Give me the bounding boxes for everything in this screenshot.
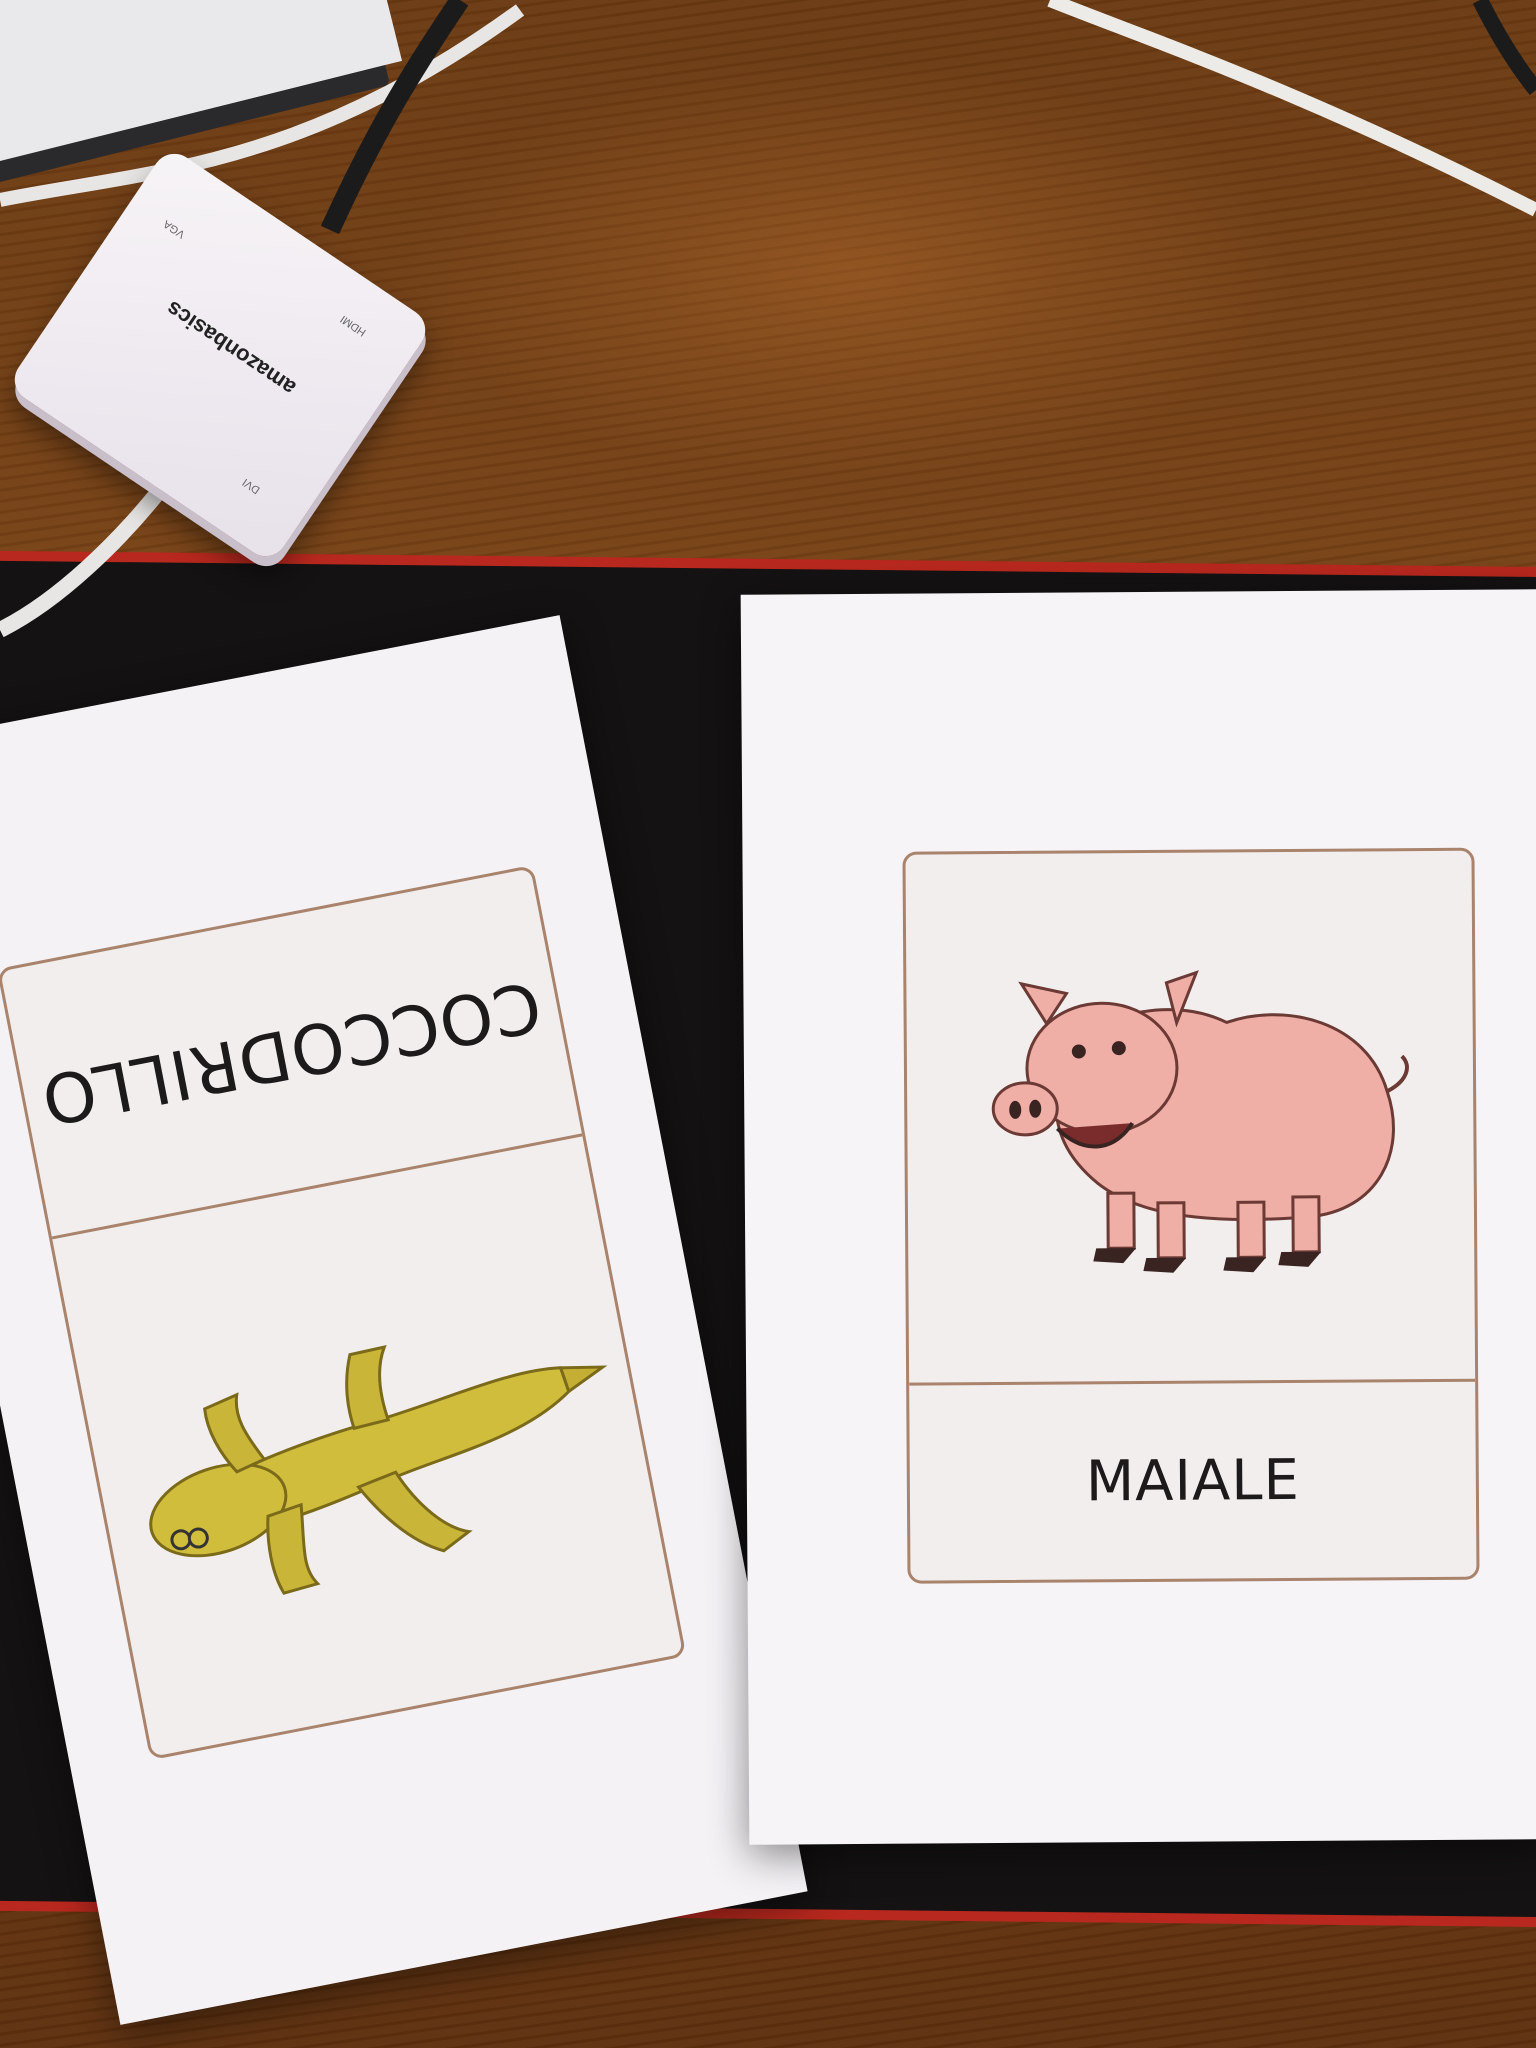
card-illustration bbox=[54, 1143, 683, 1756]
port-label-vga: VGA bbox=[161, 217, 188, 241]
paper-sheet-right: MAIALE bbox=[740, 589, 1536, 1845]
crocodile-illustration bbox=[149, 1345, 608, 1595]
adapter-brand: amazonbasics bbox=[161, 295, 301, 401]
card-illustration bbox=[905, 851, 1475, 1383]
photo-scene: amazonbasics HDMI VGA DVI COCCODRILLO MA… bbox=[0, 0, 1536, 2048]
flashcard-pig: MAIALE bbox=[902, 847, 1480, 1584]
pig-illustration bbox=[991, 970, 1409, 1273]
card-label: MAIALE bbox=[909, 1378, 1477, 1581]
port-label-hdmi: HDMI bbox=[338, 312, 369, 339]
port-label-dvi: DVI bbox=[240, 475, 263, 497]
flashcard-crocodile: COCCODRILLO bbox=[0, 864, 687, 1761]
